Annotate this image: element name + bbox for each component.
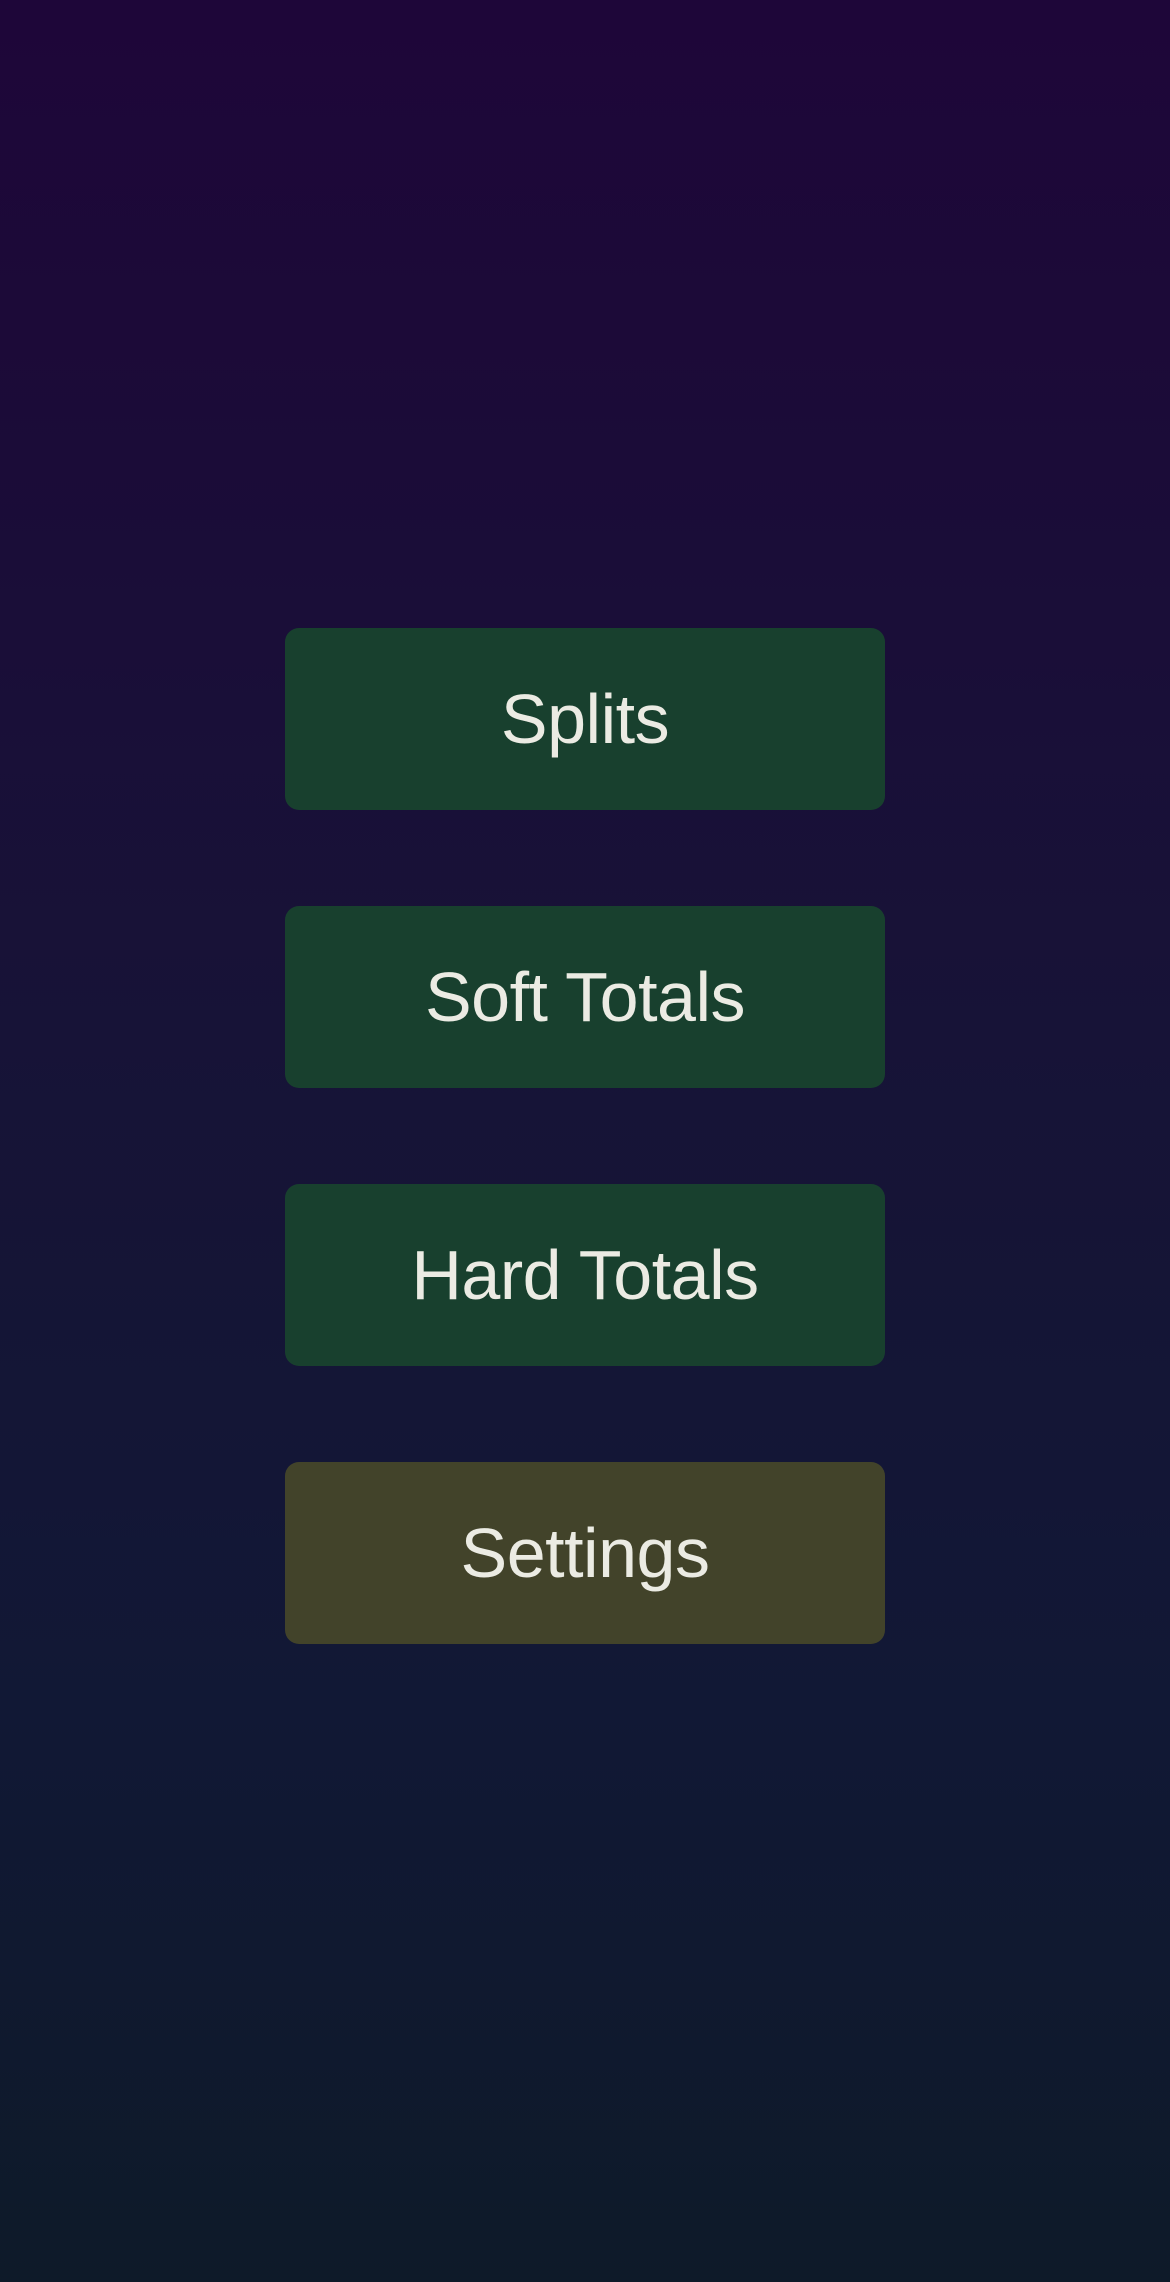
soft-totals-button-label: Soft Totals (424, 958, 746, 1036)
settings-button[interactable]: Settings (285, 1462, 885, 1644)
settings-button-label: Settings (460, 1514, 710, 1592)
splits-button-label: Splits (500, 680, 670, 758)
main-menu: Splits Soft Totals Hard Totals Settings (285, 628, 885, 1644)
hard-totals-button-label: Hard Totals (411, 1236, 759, 1314)
soft-totals-button[interactable]: Soft Totals (285, 906, 885, 1088)
hard-totals-button[interactable]: Hard Totals (285, 1184, 885, 1366)
splits-button[interactable]: Splits (285, 628, 885, 810)
